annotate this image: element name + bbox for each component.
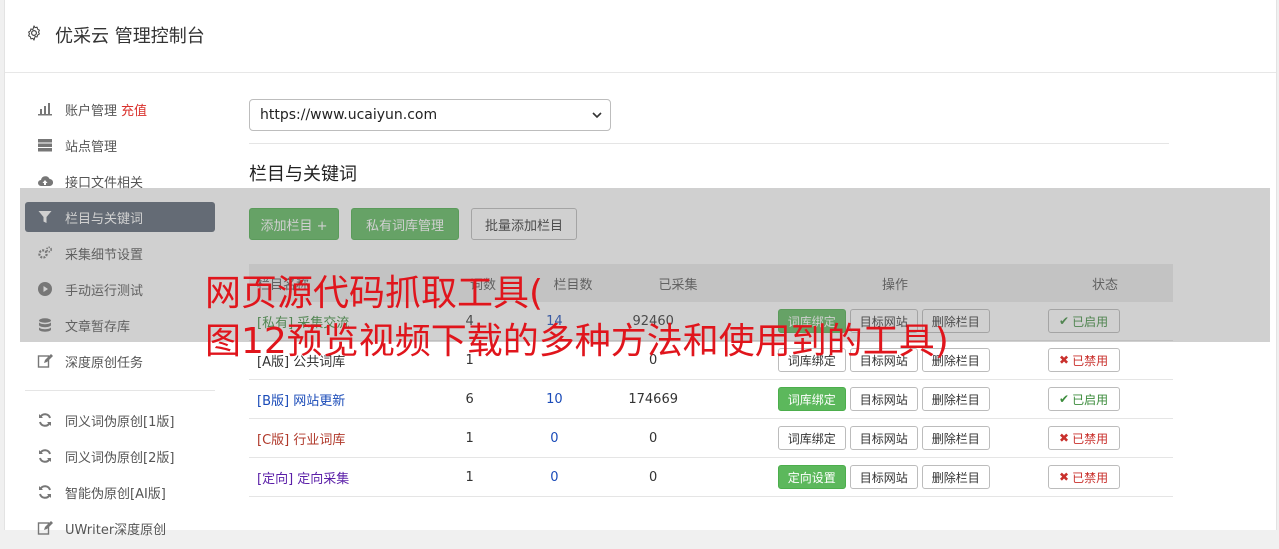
bar-chart-icon [37,101,53,117]
overlay-text: 网页源代码抓取工具( 图12预览视频下载的多种方法和使用到的工具) [205,270,1185,366]
sidebar-item-synonym-v1[interactable]: 同义词伪原创[1版] [25,405,215,435]
header: 优采云 管理控制台 [5,0,1276,73]
sidebar-item-uwriter[interactable]: UWriter深度原创 [25,513,215,543]
status-label: 已禁用 [1072,431,1109,446]
check-icon: ✔ [1059,392,1070,406]
status-label: 已启用 [1072,392,1109,407]
sidebar-item-ai-original[interactable]: 智能伪原创[AI版] [25,477,215,507]
table-row: [定向] 定向采集 1 0 0 定向设置 目标网站 删除栏目 ✖ 已禁用 [249,458,1173,497]
status-toggle-button[interactable]: ✔ 已启用 [1047,387,1120,411]
row-collected: 0 [649,430,658,446]
row-tag: [定向] [257,471,294,487]
row-name-cell: [C版] 行业词库 [249,429,413,448]
overlay-line-2: 图12预览视频下载的多种方法和使用到的工具) [205,321,949,362]
cloud-upload-icon [37,173,53,189]
row-status: ✔ 已启用 [994,387,1173,411]
sidebar-item-label: 账户管理 [65,103,118,119]
delete-column-button[interactable]: 删除栏目 [921,387,990,411]
row-tag: [B版] [257,393,290,409]
refresh-icon [37,484,53,500]
section-title: 栏目与关键词 [249,164,357,185]
recharge-link[interactable]: 充值 [121,100,147,119]
edit-icon [37,353,53,369]
status-toggle-button[interactable]: ✖ 已禁用 [1047,465,1120,489]
row-ops: 词库绑定 目标网站 删除栏目 [724,426,994,450]
overlay-line-1: 网页源代码抓取工具( [205,273,544,314]
row-collected: 0 [649,469,658,485]
sidebar-item-label: 深度原创任务 [65,355,144,371]
sidebar-item-label: 同义词伪原创[2版] [65,450,175,466]
sidebar-divider [25,390,215,391]
delete-column-button[interactable]: 删除栏目 [921,465,990,489]
row-name[interactable]: 定向采集 [297,472,349,487]
target-site-button[interactable]: 目标网站 [849,387,918,411]
row-kw: 6 [465,391,474,407]
row-ops: 词库绑定 目标网站 删除栏目 [724,387,994,411]
console-panel: 优采云 管理控制台 账户管理 充值 站点管理 接口文件相关 栏目与关键词 采集细… [4,0,1277,538]
edit-icon [37,520,53,536]
table-row: [B版] 网站更新 6 10 174669 词库绑定 目标网站 删除栏目 ✔ 已… [249,380,1173,419]
row-kw: 1 [465,469,474,485]
row-cat[interactable]: 10 [526,392,582,407]
server-icon [37,137,53,153]
refresh-icon [37,448,53,464]
refresh-icon [37,412,53,428]
sidebar-item-synonym-v2[interactable]: 同义词伪原创[2版] [25,441,215,471]
divider [249,143,1169,144]
status-label: 已禁用 [1072,470,1109,485]
row-kw: 1 [465,430,474,446]
lib-bind-button[interactable]: 定向设置 [777,465,846,489]
row-name-cell: [B版] 网站更新 [249,390,413,409]
row-cat[interactable]: 0 [526,470,582,485]
row-ops: 定向设置 目标网站 删除栏目 [724,465,994,489]
sidebar-item-label: UWriter深度原创 [65,522,167,538]
row-status: ✖ 已禁用 [994,426,1173,450]
app-title: 优采云 管理控制台 [55,26,205,47]
sidebar-item-label: 智能伪原创[AI版] [65,486,166,502]
gear-icon [28,25,40,41]
sidebar-item-label: 同义词伪原创[1版] [65,414,175,430]
site-select[interactable]: https://www.ucaiyun.com [249,99,611,131]
sidebar-item-account[interactable]: 账户管理 充值 [25,94,215,124]
lib-bind-button[interactable]: 词库绑定 [777,387,846,411]
row-collected: 174669 [628,391,678,407]
row-tag: [C版] [257,432,290,448]
row-name-cell: [定向] 定向采集 [249,468,413,487]
sidebar-item-sites[interactable]: 站点管理 [25,130,215,160]
sidebar-item-deep-original[interactable]: 深度原创任务 [25,346,215,376]
row-cat[interactable]: 0 [526,431,582,446]
row-name[interactable]: 网站更新 [293,394,345,409]
row-status: ✖ 已禁用 [994,465,1173,489]
delete-column-button[interactable]: 删除栏目 [921,426,990,450]
chevron-down-icon [592,112,602,119]
target-site-button[interactable]: 目标网站 [849,426,918,450]
cross-icon: ✖ [1059,470,1070,484]
status-toggle-button[interactable]: ✖ 已禁用 [1047,426,1120,450]
sidebar-item-label: 站点管理 [65,139,118,155]
table-row: [C版] 行业词库 1 0 0 词库绑定 目标网站 删除栏目 ✖ 已禁用 [249,419,1173,458]
row-name[interactable]: 行业词库 [293,433,345,448]
lib-bind-button[interactable]: 词库绑定 [777,426,846,450]
site-select-value: https://www.ucaiyun.com [260,107,438,123]
cross-icon: ✖ [1059,431,1070,445]
target-site-button[interactable]: 目标网站 [849,465,918,489]
